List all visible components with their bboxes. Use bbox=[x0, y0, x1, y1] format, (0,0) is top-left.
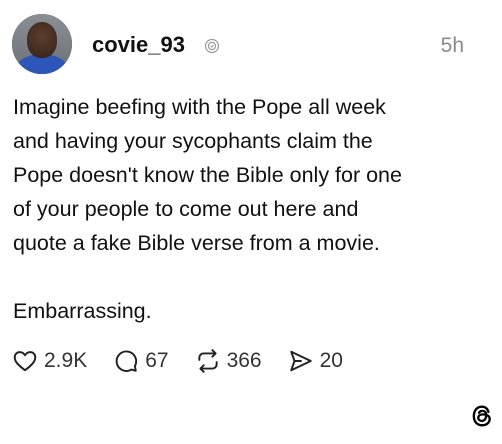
post-line: Pope doesn't know the Bible only for one bbox=[13, 163, 402, 187]
post-line: quote a fake Bible verse from a movie. bbox=[13, 231, 380, 255]
post-timestamp: 5h bbox=[440, 34, 464, 57]
post-body: Imagine beefing with the Pope all week a… bbox=[13, 90, 483, 328]
comment-icon bbox=[115, 350, 138, 372]
reply-count: 67 bbox=[145, 349, 169, 372]
post-paragraph-2: Embarrassing. bbox=[13, 299, 152, 323]
send-icon bbox=[289, 350, 312, 372]
repost-icon bbox=[197, 349, 218, 373]
avatar-head bbox=[27, 22, 57, 58]
threads-badge-icon bbox=[204, 38, 220, 54]
post-line: of your people to come out here and bbox=[13, 197, 359, 221]
post-line: Imagine beefing with the Pope all week bbox=[13, 95, 386, 119]
post-paragraph-1: Imagine beefing with the Pope all week a… bbox=[13, 90, 483, 260]
heart-icon bbox=[13, 351, 37, 372]
username[interactable]: covie_93 bbox=[92, 31, 185, 59]
like-count: 2.9K bbox=[44, 349, 88, 372]
share-button[interactable]: 20 bbox=[288, 347, 343, 375]
repost-count: 366 bbox=[226, 349, 262, 372]
share-count: 20 bbox=[319, 349, 343, 372]
repost-button[interactable]: 366 bbox=[195, 347, 262, 375]
reply-button[interactable]: 67 bbox=[113, 347, 169, 375]
action-bar: 2.9K 67 366 20 bbox=[12, 345, 369, 377]
threads-post: covie_93 5h Imagine beefing with the Pop… bbox=[0, 0, 502, 444]
threads-logo-icon[interactable] bbox=[468, 402, 496, 430]
like-button[interactable]: 2.9K bbox=[12, 347, 87, 375]
post-line: and having your sycophants claim the bbox=[13, 129, 373, 153]
avatar[interactable] bbox=[12, 14, 72, 74]
